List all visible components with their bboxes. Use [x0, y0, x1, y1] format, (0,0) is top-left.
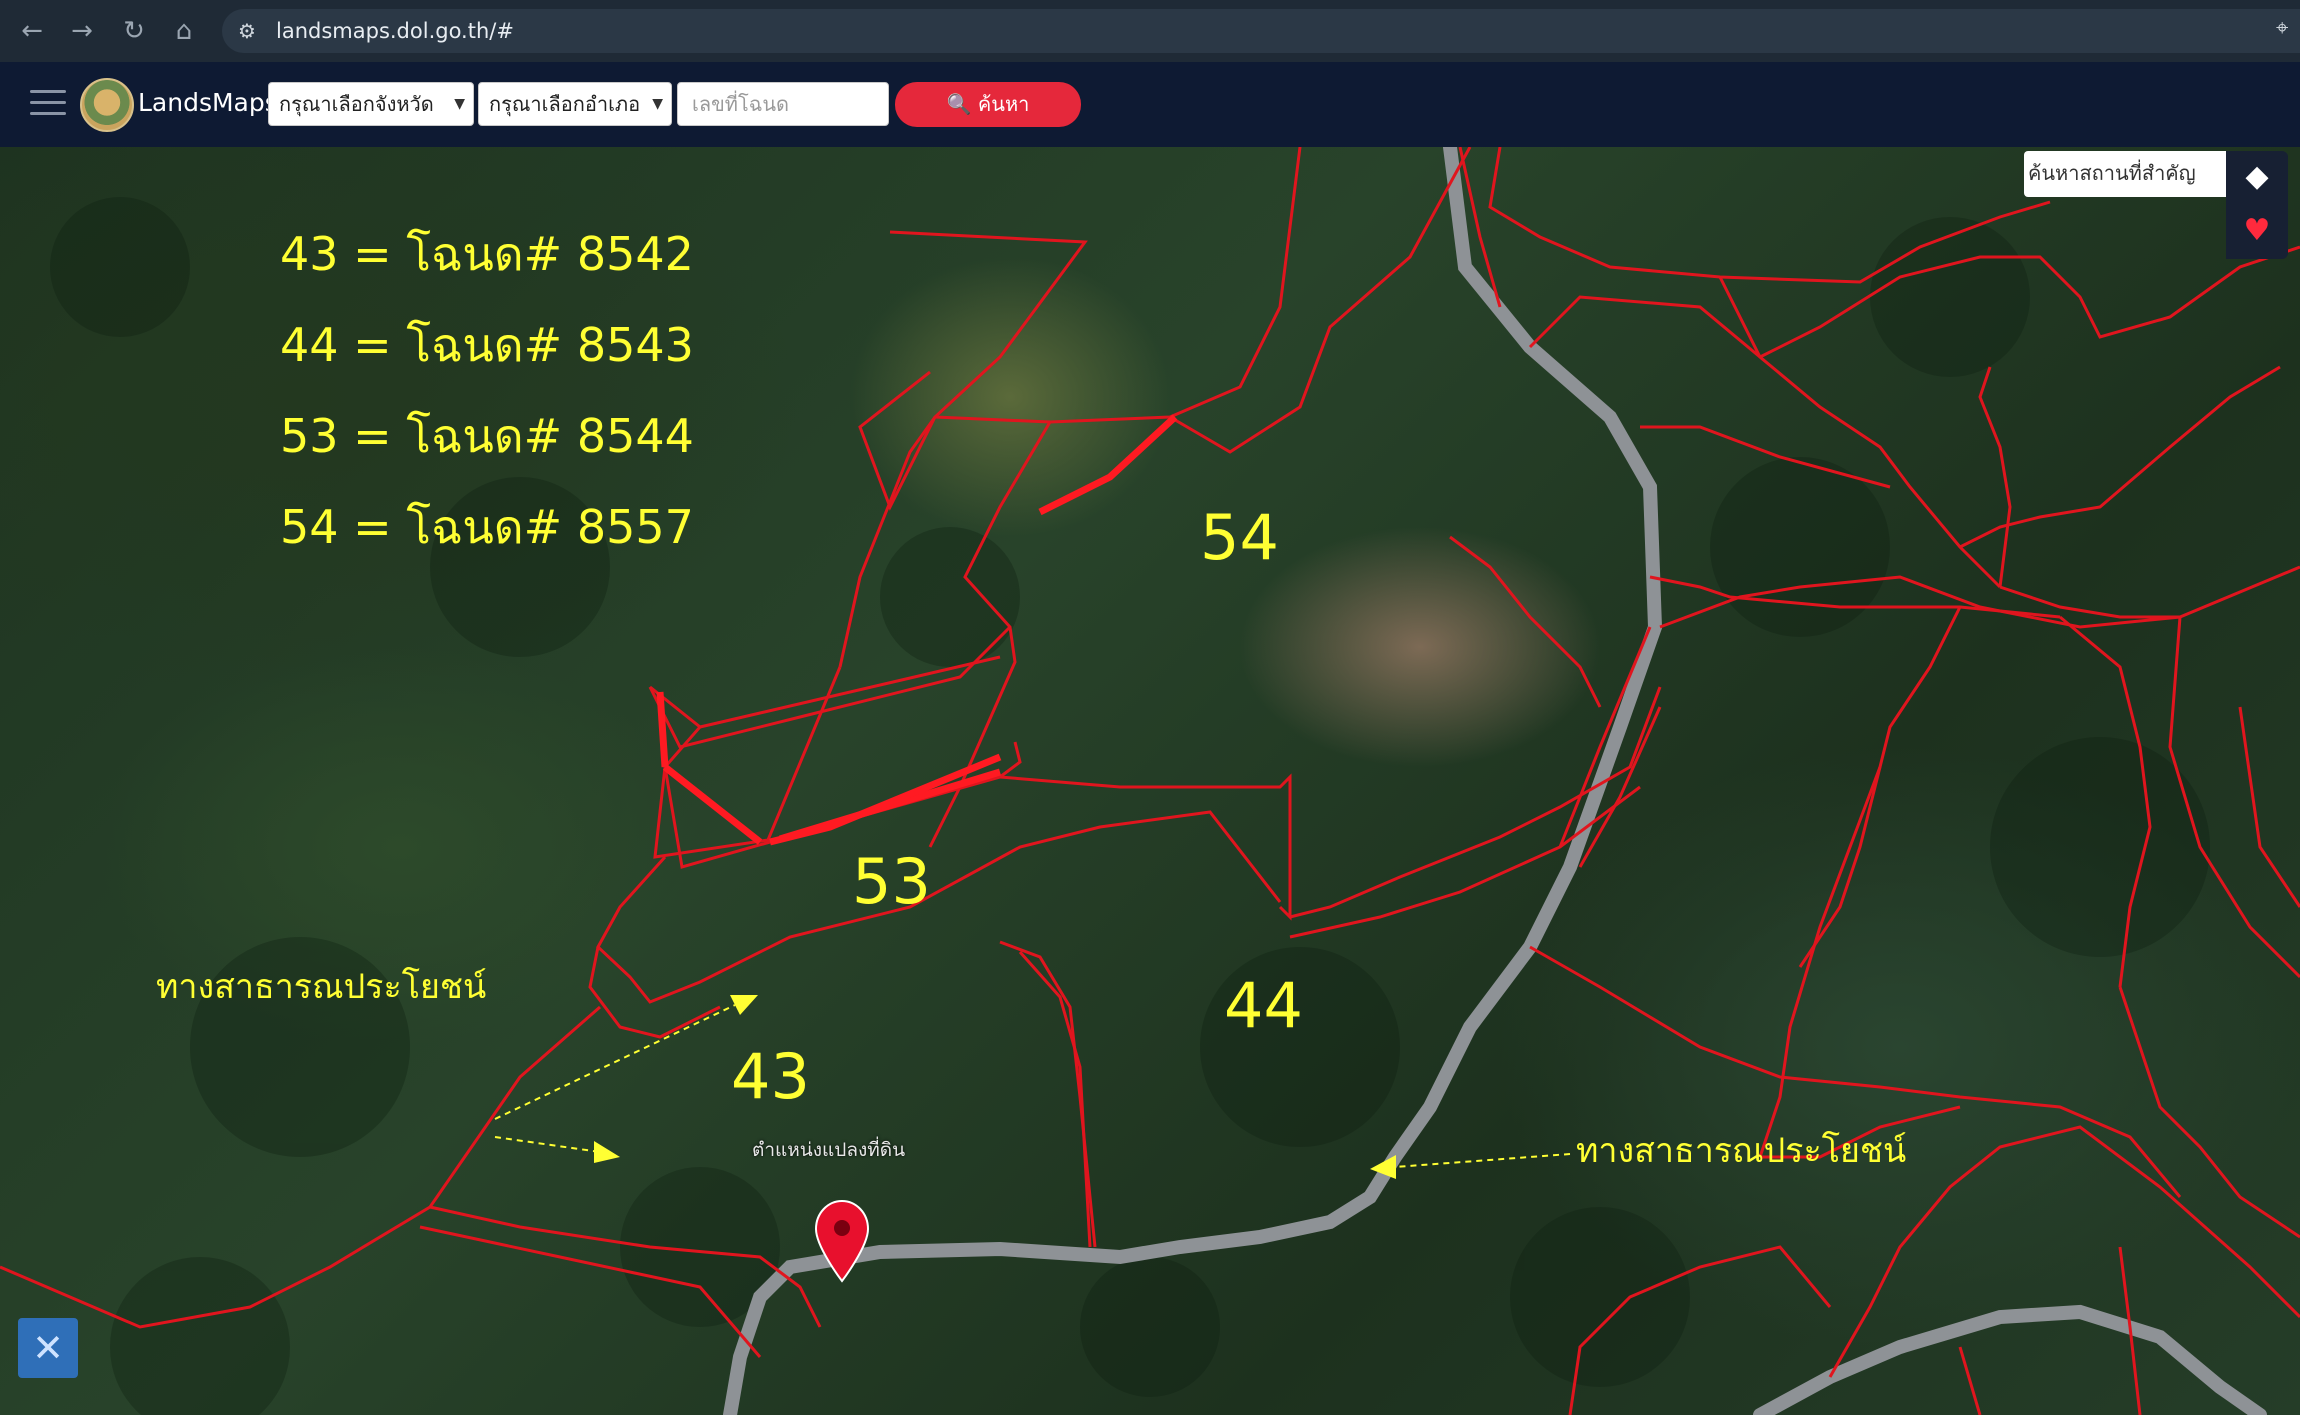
- reload-icon[interactable]: ↻: [118, 15, 150, 47]
- forest-texture: [50, 197, 2210, 1415]
- satellite-map[interactable]: 43 = โฉนด# 8542 44 = โฉนด# 8543 53 = โฉน…: [0, 147, 2300, 1415]
- search-button-label: ค้นหา: [977, 92, 1030, 116]
- layers-icon[interactable]: ◆: [2226, 151, 2288, 203]
- annotation-public-way-left: ทางสาธารณประโยชน์: [156, 967, 487, 1007]
- chevron-down-icon: ▼: [454, 96, 465, 112]
- plot-label-54: 54: [1200, 501, 1279, 574]
- department-logo: [80, 78, 134, 132]
- address-bar[interactable]: [222, 9, 2300, 53]
- plot-label-43: 43: [731, 1040, 810, 1113]
- search-button[interactable]: 🔍 ค้นหา: [895, 82, 1081, 127]
- parcel-location-pin-icon[interactable]: [814, 1199, 870, 1283]
- menu-icon[interactable]: [30, 90, 66, 120]
- search-icon: 🔍: [946, 92, 972, 116]
- legend-line-43: 43 = โฉนด# 8542: [280, 227, 694, 281]
- legend-line-44: 44 = โฉนด# 8543: [280, 318, 694, 372]
- chevron-down-icon: ▼: [652, 96, 663, 112]
- province-select[interactable]: กรุณาเลือกจังหวัด ▼: [268, 82, 474, 126]
- plot-label-53: 53: [852, 845, 931, 918]
- brand-name: LandsMaps: [138, 88, 278, 117]
- legend-line-54: 54 = โฉนด# 8557: [280, 500, 694, 554]
- heart-icon[interactable]: ♥: [2226, 203, 2288, 259]
- district-select[interactable]: กรุณาเลือกอำเภอ ▼: [478, 82, 672, 126]
- pin-label: ตำแหน่งแปลงที่ดิน: [752, 1139, 906, 1161]
- url-text[interactable]: landsmaps.dol.go.th/#: [276, 15, 514, 47]
- province-select-value: กรุณาเลือกจังหวัด: [279, 92, 434, 116]
- deed-number-input[interactable]: เลขที่โฉนด: [677, 82, 889, 126]
- location-icon[interactable]: ⌖: [2276, 16, 2288, 41]
- home-icon[interactable]: ⌂: [168, 15, 200, 47]
- district-select-value: กรุณาเลือกอำเภอ: [489, 92, 641, 116]
- back-icon[interactable]: ←: [16, 15, 48, 47]
- annotation-public-way-right: ทางสาธารณประโยชน์: [1576, 1131, 1907, 1171]
- site-settings-icon[interactable]: ⚙: [232, 16, 262, 46]
- plot-label-44: 44: [1224, 969, 1303, 1042]
- landmark-search-input[interactable]: ค้นหาสถานที่สำคัญ: [2024, 151, 2229, 197]
- forward-icon[interactable]: →: [66, 15, 98, 47]
- measure-tool-icon[interactable]: ✕: [18, 1318, 78, 1378]
- legend-line-53: 53 = โฉนด# 8544: [280, 409, 694, 463]
